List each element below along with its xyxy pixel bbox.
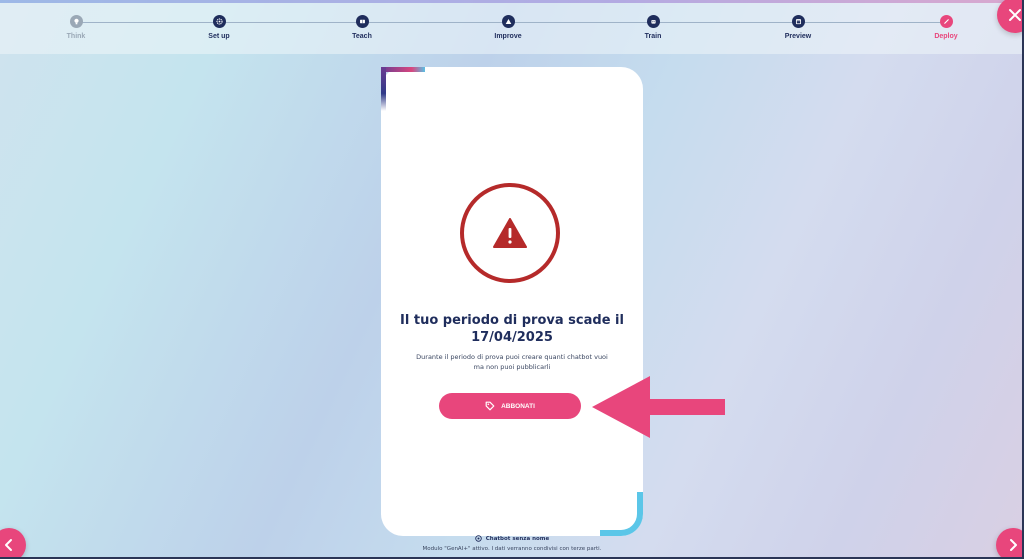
warning-triangle-icon: [493, 218, 527, 248]
step-label: Train: [644, 33, 662, 40]
progress-stepper: Think Set up Teach Improve Train Preview: [0, 0, 1024, 54]
step-teach[interactable]: Teach: [322, 15, 402, 40]
gear-icon: [212, 15, 226, 28]
lightbulb-icon: [69, 15, 83, 28]
robot-icon: [646, 15, 660, 28]
chatbot-name-label: Chatbot senza nome: [485, 535, 550, 542]
book-icon: [355, 15, 369, 28]
trial-description: Durante il periodo di prova puoi creare …: [401, 352, 623, 372]
previous-button[interactable]: [0, 528, 26, 559]
step-label: Teach: [352, 33, 372, 40]
step-label: Set up: [208, 33, 230, 40]
step-deploy[interactable]: Deploy: [906, 15, 986, 40]
pointer-arrow-icon: [592, 376, 725, 438]
trial-title: Il tuo periodo di prova scade il 17/04/2…: [391, 312, 633, 346]
chatbot-name: Chatbot senza nome: [400, 535, 624, 542]
chevron-left-icon: [5, 539, 12, 551]
next-button[interactable]: [996, 528, 1024, 559]
subscribe-button[interactable]: ABBONATI: [439, 393, 581, 419]
step-improve[interactable]: Improve: [468, 15, 548, 40]
card-corner-accent-bottom: [600, 492, 643, 536]
pencil-icon: [939, 15, 953, 28]
step-train[interactable]: Train: [613, 15, 693, 40]
step-label: Deploy: [934, 33, 958, 40]
step-think[interactable]: Think: [36, 15, 116, 40]
step-label: Improve: [494, 33, 522, 40]
trial-description-line2: ma non puoi pubblicarli: [473, 363, 551, 371]
trial-expiry-date: 17/04/2025: [471, 330, 553, 345]
step-preview[interactable]: Preview: [758, 15, 838, 40]
trial-title-line1: Il tuo periodo di prova scade il: [400, 313, 624, 328]
card-corner-accent-left: [381, 67, 386, 111]
subscribe-button-label: ABBONATI: [501, 402, 535, 410]
card-corner-accent-top: [381, 67, 425, 72]
tag-icon: [485, 401, 495, 411]
trial-card: [381, 67, 643, 536]
chevron-right-icon: [1010, 539, 1017, 551]
step-set-up[interactable]: Set up: [179, 15, 259, 40]
step-label: Think: [66, 33, 86, 40]
trial-description-line1: Durante il periodo di prova puoi creare …: [416, 353, 608, 361]
close-icon: [1009, 9, 1021, 21]
chart-icon: [501, 15, 515, 28]
calendar-icon: [791, 15, 805, 28]
warning-badge: [460, 183, 560, 283]
step-label: Preview: [784, 33, 812, 40]
module-notice: Modulo "GenAI+" attivo. I dati verranno …: [422, 546, 602, 552]
bot-icon: [475, 535, 482, 542]
